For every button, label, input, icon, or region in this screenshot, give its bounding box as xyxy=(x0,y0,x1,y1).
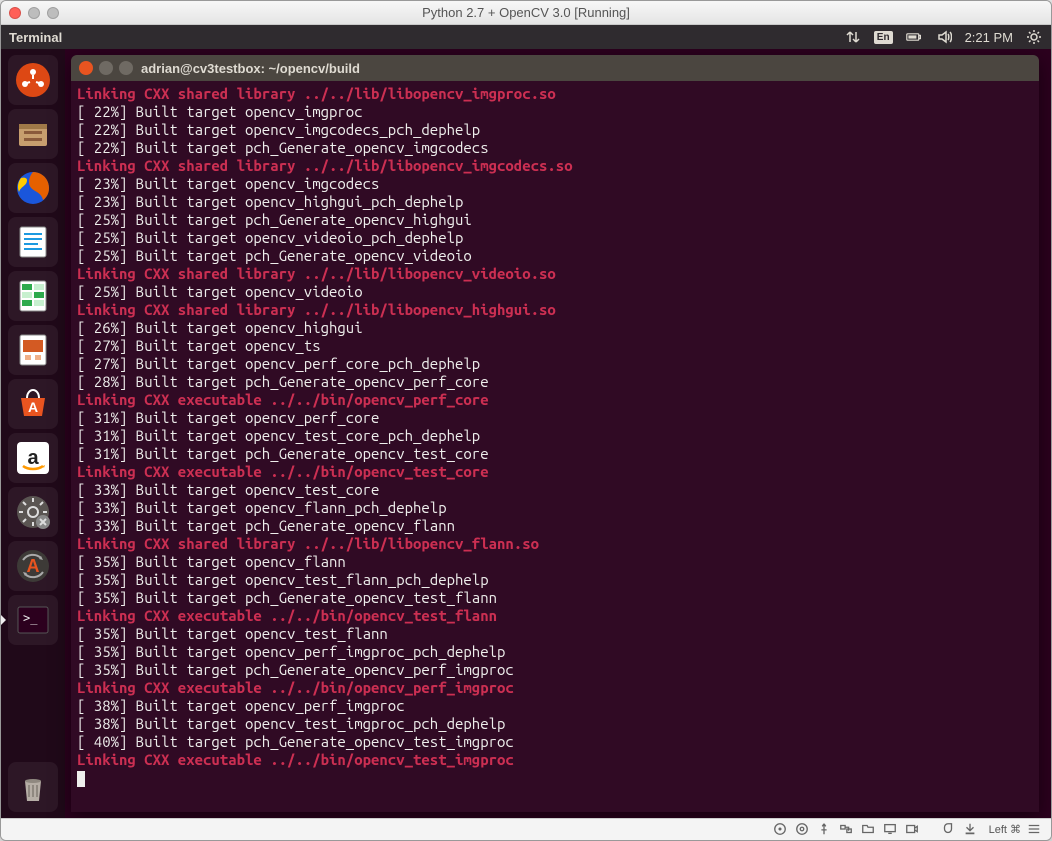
terminal-line: [ 25%] Built target opencv_videoio xyxy=(77,283,1033,301)
launcher-calc-icon[interactable] xyxy=(8,271,58,321)
clock[interactable]: 2:21 PM xyxy=(965,30,1013,45)
terminal-line: [ 33%] Built target pch_Generate_opencv_… xyxy=(77,517,1033,535)
terminal-line: [ 38%] Built target opencv_perf_imgproc xyxy=(77,697,1033,715)
terminal-line: [ 38%] Built target opencv_test_imgproc_… xyxy=(77,715,1033,733)
launcher-impress-icon[interactable] xyxy=(8,325,58,375)
terminal-line: Linking CXX executable ../../bin/opencv_… xyxy=(77,751,1033,769)
terminal-line: [ 27%] Built target opencv_perf_core_pch… xyxy=(77,355,1033,373)
terminal-line: [ 25%] Built target pch_Generate_opencv_… xyxy=(77,247,1033,265)
terminal-line: Linking CXX shared library ../../lib/lib… xyxy=(77,265,1033,283)
virtualbox-window: Python 2.7 + OpenCV 3.0 [Running] Termin… xyxy=(0,0,1052,841)
terminal-line: [ 27%] Built target opencv_ts xyxy=(77,337,1033,355)
terminal-line: [ 35%] Built target opencv_flann xyxy=(77,553,1033,571)
terminal-cursor xyxy=(77,769,1033,787)
terminal-output[interactable]: Linking CXX shared library ../../lib/lib… xyxy=(71,81,1039,812)
terminal-window-controls xyxy=(79,61,133,75)
terminal-line: Linking CXX executable ../../bin/opencv_… xyxy=(77,391,1033,409)
launcher-settings-icon[interactable] xyxy=(8,487,58,537)
terminal-line: [ 31%] Built target pch_Generate_opencv_… xyxy=(77,445,1033,463)
terminal-line: [ 22%] Built target pch_Generate_opencv_… xyxy=(77,139,1033,157)
terminal-close-button[interactable] xyxy=(79,61,93,75)
video-capture-icon[interactable] xyxy=(905,822,921,838)
terminal-line: Linking CXX shared library ../../lib/lib… xyxy=(77,85,1033,103)
mac-titlebar: Python 2.7 + OpenCV 3.0 [Running] xyxy=(1,1,1051,25)
terminal-line: [ 28%] Built target pch_Generate_opencv_… xyxy=(77,373,1033,391)
terminal-line: [ 22%] Built target opencv_imgproc xyxy=(77,103,1033,121)
keyboard-capture-icon[interactable] xyxy=(963,822,979,838)
host-key-label: Left ⌘ xyxy=(989,823,1021,836)
svg-text:>_: >_ xyxy=(23,611,38,625)
terminal-window: adrian@cv3testbox: ~/opencv/build Linkin… xyxy=(71,55,1039,812)
terminal-line: Linking CXX shared library ../../lib/lib… xyxy=(77,157,1033,175)
launcher-firefox-icon[interactable] xyxy=(8,163,58,213)
active-app-title[interactable]: Terminal xyxy=(9,30,62,45)
terminal-line: [ 35%] Built target opencv_perf_imgproc_… xyxy=(77,643,1033,661)
terminal-line: Linking CXX executable ../../bin/opencv_… xyxy=(77,607,1033,625)
unity-launcher: Aa A >_ xyxy=(1,49,65,818)
terminal-line: [ 23%] Built target opencv_highgui_pch_d… xyxy=(77,193,1033,211)
terminal-minimize-button[interactable] xyxy=(99,61,113,75)
terminal-line: Linking CXX executable ../../bin/opencv_… xyxy=(77,679,1033,697)
battery-icon[interactable] xyxy=(905,28,923,46)
optical-icon[interactable] xyxy=(795,822,811,838)
terminal-line: [ 40%] Built target pch_Generate_opencv_… xyxy=(77,733,1033,751)
ubuntu-top-panel: Terminal En 2:21 PM xyxy=(1,25,1051,49)
svg-text:a: a xyxy=(27,447,39,469)
terminal-line: [ 23%] Built target opencv_imgcodecs xyxy=(77,175,1033,193)
terminal-line: [ 31%] Built target opencv_test_core_pch… xyxy=(77,427,1033,445)
launcher-updater-icon[interactable]: A xyxy=(8,541,58,591)
mac-window-title: Python 2.7 + OpenCV 3.0 [Running] xyxy=(1,5,1051,20)
terminal-line: [ 25%] Built target opencv_videoio_pch_d… xyxy=(77,229,1033,247)
terminal-line: [ 25%] Built target pch_Generate_opencv_… xyxy=(77,211,1033,229)
terminal-line: Linking CXX shared library ../../lib/lib… xyxy=(77,301,1033,319)
desktop-area: Aa A >_ adrian@cv3testbox: ~/opencv/build … xyxy=(1,49,1051,818)
terminal-line: [ 26%] Built target opencv_highgui xyxy=(77,319,1033,337)
launcher-terminal-icon[interactable]: >_ xyxy=(8,595,58,645)
terminal-line: [ 35%] Built target pch_Generate_opencv_… xyxy=(77,661,1033,679)
usb-icon[interactable] xyxy=(817,822,833,838)
hdd-icon[interactable] xyxy=(773,822,789,838)
shared-folders-icon[interactable] xyxy=(861,822,877,838)
ubuntu-desktop: Terminal En 2:21 PM Aa A >_ xyxy=(1,25,1051,818)
terminal-line: [ 35%] Built target opencv_test_flann xyxy=(77,625,1033,643)
display-icon[interactable] xyxy=(883,822,899,838)
terminal-line: [ 35%] Built target opencv_test_flann_pc… xyxy=(77,571,1033,589)
vm-statusbar: Left ⌘ xyxy=(1,818,1051,840)
launcher-dash-icon[interactable] xyxy=(8,55,58,105)
terminal-line: Linking CXX shared library ../../lib/lib… xyxy=(77,535,1033,553)
svg-text:A: A xyxy=(27,556,40,576)
gear-icon[interactable] xyxy=(1025,28,1043,46)
terminal-line: Linking CXX executable ../../bin/opencv_… xyxy=(77,463,1033,481)
terminal-titlebar[interactable]: adrian@cv3testbox: ~/opencv/build xyxy=(71,55,1039,81)
mouse-integration-icon[interactable] xyxy=(941,822,957,838)
terminal-title: adrian@cv3testbox: ~/opencv/build xyxy=(141,61,360,76)
network-status-icon[interactable] xyxy=(839,822,855,838)
launcher-software-center-icon[interactable]: A xyxy=(8,379,58,429)
terminal-line: [ 33%] Built target opencv_flann_pch_dep… xyxy=(77,499,1033,517)
vm-menu-icon[interactable] xyxy=(1027,822,1043,838)
launcher-amazon-icon[interactable]: a xyxy=(8,433,58,483)
terminal-line: [ 22%] Built target opencv_imgcodecs_pch… xyxy=(77,121,1033,139)
svg-text:A: A xyxy=(28,399,38,415)
launcher-writer-icon[interactable] xyxy=(8,217,58,267)
language-indicator[interactable]: En xyxy=(874,31,893,44)
panel-indicators: En 2:21 PM xyxy=(844,28,1043,46)
terminal-maximize-button[interactable] xyxy=(119,61,133,75)
terminal-line: [ 35%] Built target pch_Generate_opencv_… xyxy=(77,589,1033,607)
launcher-files-icon[interactable] xyxy=(8,109,58,159)
volume-icon[interactable] xyxy=(935,28,953,46)
launcher-trash-icon[interactable] xyxy=(8,762,58,812)
network-icon[interactable] xyxy=(844,28,862,46)
terminal-line: [ 31%] Built target opencv_perf_core xyxy=(77,409,1033,427)
terminal-line: [ 33%] Built target opencv_test_core xyxy=(77,481,1033,499)
